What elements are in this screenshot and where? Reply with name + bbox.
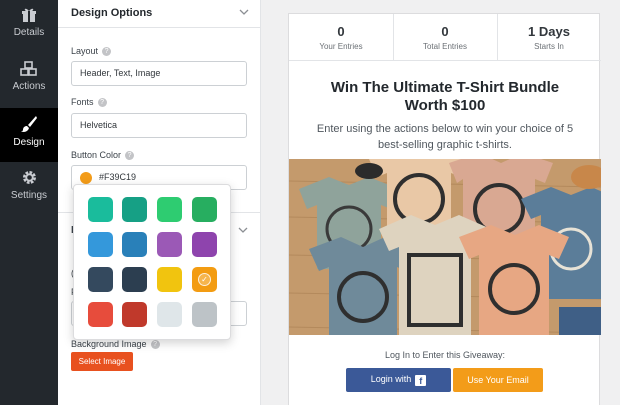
fonts-select[interactable]: Helvetica: [71, 113, 247, 138]
color-chip[interactable]: [122, 267, 147, 292]
color-chip[interactable]: [157, 232, 182, 257]
paintbrush-icon: [21, 116, 37, 132]
login-prompt: Log In to Enter this Giveaway:: [384, 350, 506, 360]
gear-icon: [22, 171, 36, 184]
color-chip[interactable]: [157, 267, 182, 292]
tshirt-bundle-photo: [289, 159, 601, 335]
color-chip[interactable]: [192, 302, 217, 327]
cubes-icon: [20, 61, 37, 76]
help-icon[interactable]: ?: [150, 340, 160, 350]
button-color-label: Button Color?: [71, 150, 135, 161]
color-picker-popover: ✓: [73, 184, 231, 340]
login-with-facebook-button[interactable]: Login with f: [346, 368, 451, 392]
color-chip[interactable]: [88, 197, 113, 222]
stat-label: Starts In: [534, 42, 564, 51]
section-title: Design Options: [71, 7, 153, 19]
color-chip-selected[interactable]: ✓: [192, 267, 217, 292]
stat-label: Your Entries: [319, 42, 363, 51]
facebook-icon: f: [415, 374, 427, 386]
design-options-header[interactable]: Design Options: [58, 0, 260, 28]
button-color-value: #F39C19: [99, 172, 137, 182]
color-chip[interactable]: [88, 267, 113, 292]
layout-select[interactable]: Header, Text, Image: [71, 61, 247, 86]
color-chip[interactable]: [122, 197, 147, 222]
background-image-label: Background Image?: [71, 339, 160, 350]
stat-label: Total Entries: [422, 42, 468, 51]
layout-label-text: Layout: [71, 46, 99, 56]
color-chip[interactable]: [157, 302, 182, 327]
chevron-down-icon: [238, 227, 248, 233]
button-color-label-text: Button Color: [71, 150, 122, 160]
layout-label: Layout?: [71, 46, 112, 57]
chevron-down-icon: [239, 9, 249, 15]
stat-starts-in: 1 Days Starts In: [497, 14, 601, 60]
color-chip[interactable]: [192, 197, 217, 222]
color-chip[interactable]: [192, 232, 217, 257]
help-icon[interactable]: ?: [125, 151, 135, 161]
giveaway-description-line1: Enter using the actions below to win you…: [316, 123, 574, 135]
nav-item-details[interactable]: Details: [0, 0, 58, 54]
left-nav-rail: Details Actions Design Settings: [0, 0, 58, 405]
help-icon[interactable]: ?: [97, 98, 107, 108]
nav-label-design: Design: [13, 137, 45, 148]
color-chip[interactable]: [122, 302, 147, 327]
stat-value: 0: [337, 24, 345, 39]
giveaway-title-line2: Worth $100: [404, 97, 486, 114]
help-icon[interactable]: ?: [102, 47, 112, 57]
gift-icon: [22, 8, 36, 22]
nav-item-design[interactable]: Design: [0, 108, 58, 162]
giveaway-description-line2: best-selling graphic t-shirts.: [378, 139, 512, 151]
color-swatch[interactable]: [80, 172, 92, 184]
background-image-label-text: Background Image: [71, 339, 147, 349]
use-your-email-button[interactable]: Use Your Email: [453, 368, 543, 392]
facebook-button-label: Login with: [370, 374, 412, 385]
giveaway-preview-card: 0 Your Entries 0 Total Entries 1 Days St…: [288, 13, 601, 405]
color-chip[interactable]: [88, 232, 113, 257]
fonts-label-text: Fonts: [71, 97, 94, 107]
color-chip[interactable]: [122, 232, 147, 257]
checkmark-icon: ✓: [198, 273, 211, 286]
giveaway-title-line1: Win The Ultimate T-Shirt Bundle: [330, 79, 560, 96]
stat-value: 0: [441, 24, 449, 39]
select-image-button[interactable]: Select Image: [71, 352, 133, 371]
color-chip[interactable]: [157, 197, 182, 222]
color-chip[interactable]: [88, 302, 113, 327]
nav-label-settings: Settings: [10, 190, 48, 201]
nav-item-actions[interactable]: Actions: [0, 54, 58, 108]
stat-value: 1 Days: [528, 24, 570, 39]
divider: [58, 27, 260, 28]
nav-item-settings[interactable]: Settings: [0, 162, 58, 216]
stat-your-entries: 0 Your Entries: [289, 14, 393, 60]
divider: [289, 60, 601, 61]
giveaway-image: [289, 159, 601, 335]
nav-label-details: Details: [13, 27, 45, 38]
stat-total-entries: 0 Total Entries: [393, 14, 497, 60]
fonts-label: Fonts?: [71, 97, 107, 108]
nav-label-actions: Actions: [12, 81, 46, 92]
